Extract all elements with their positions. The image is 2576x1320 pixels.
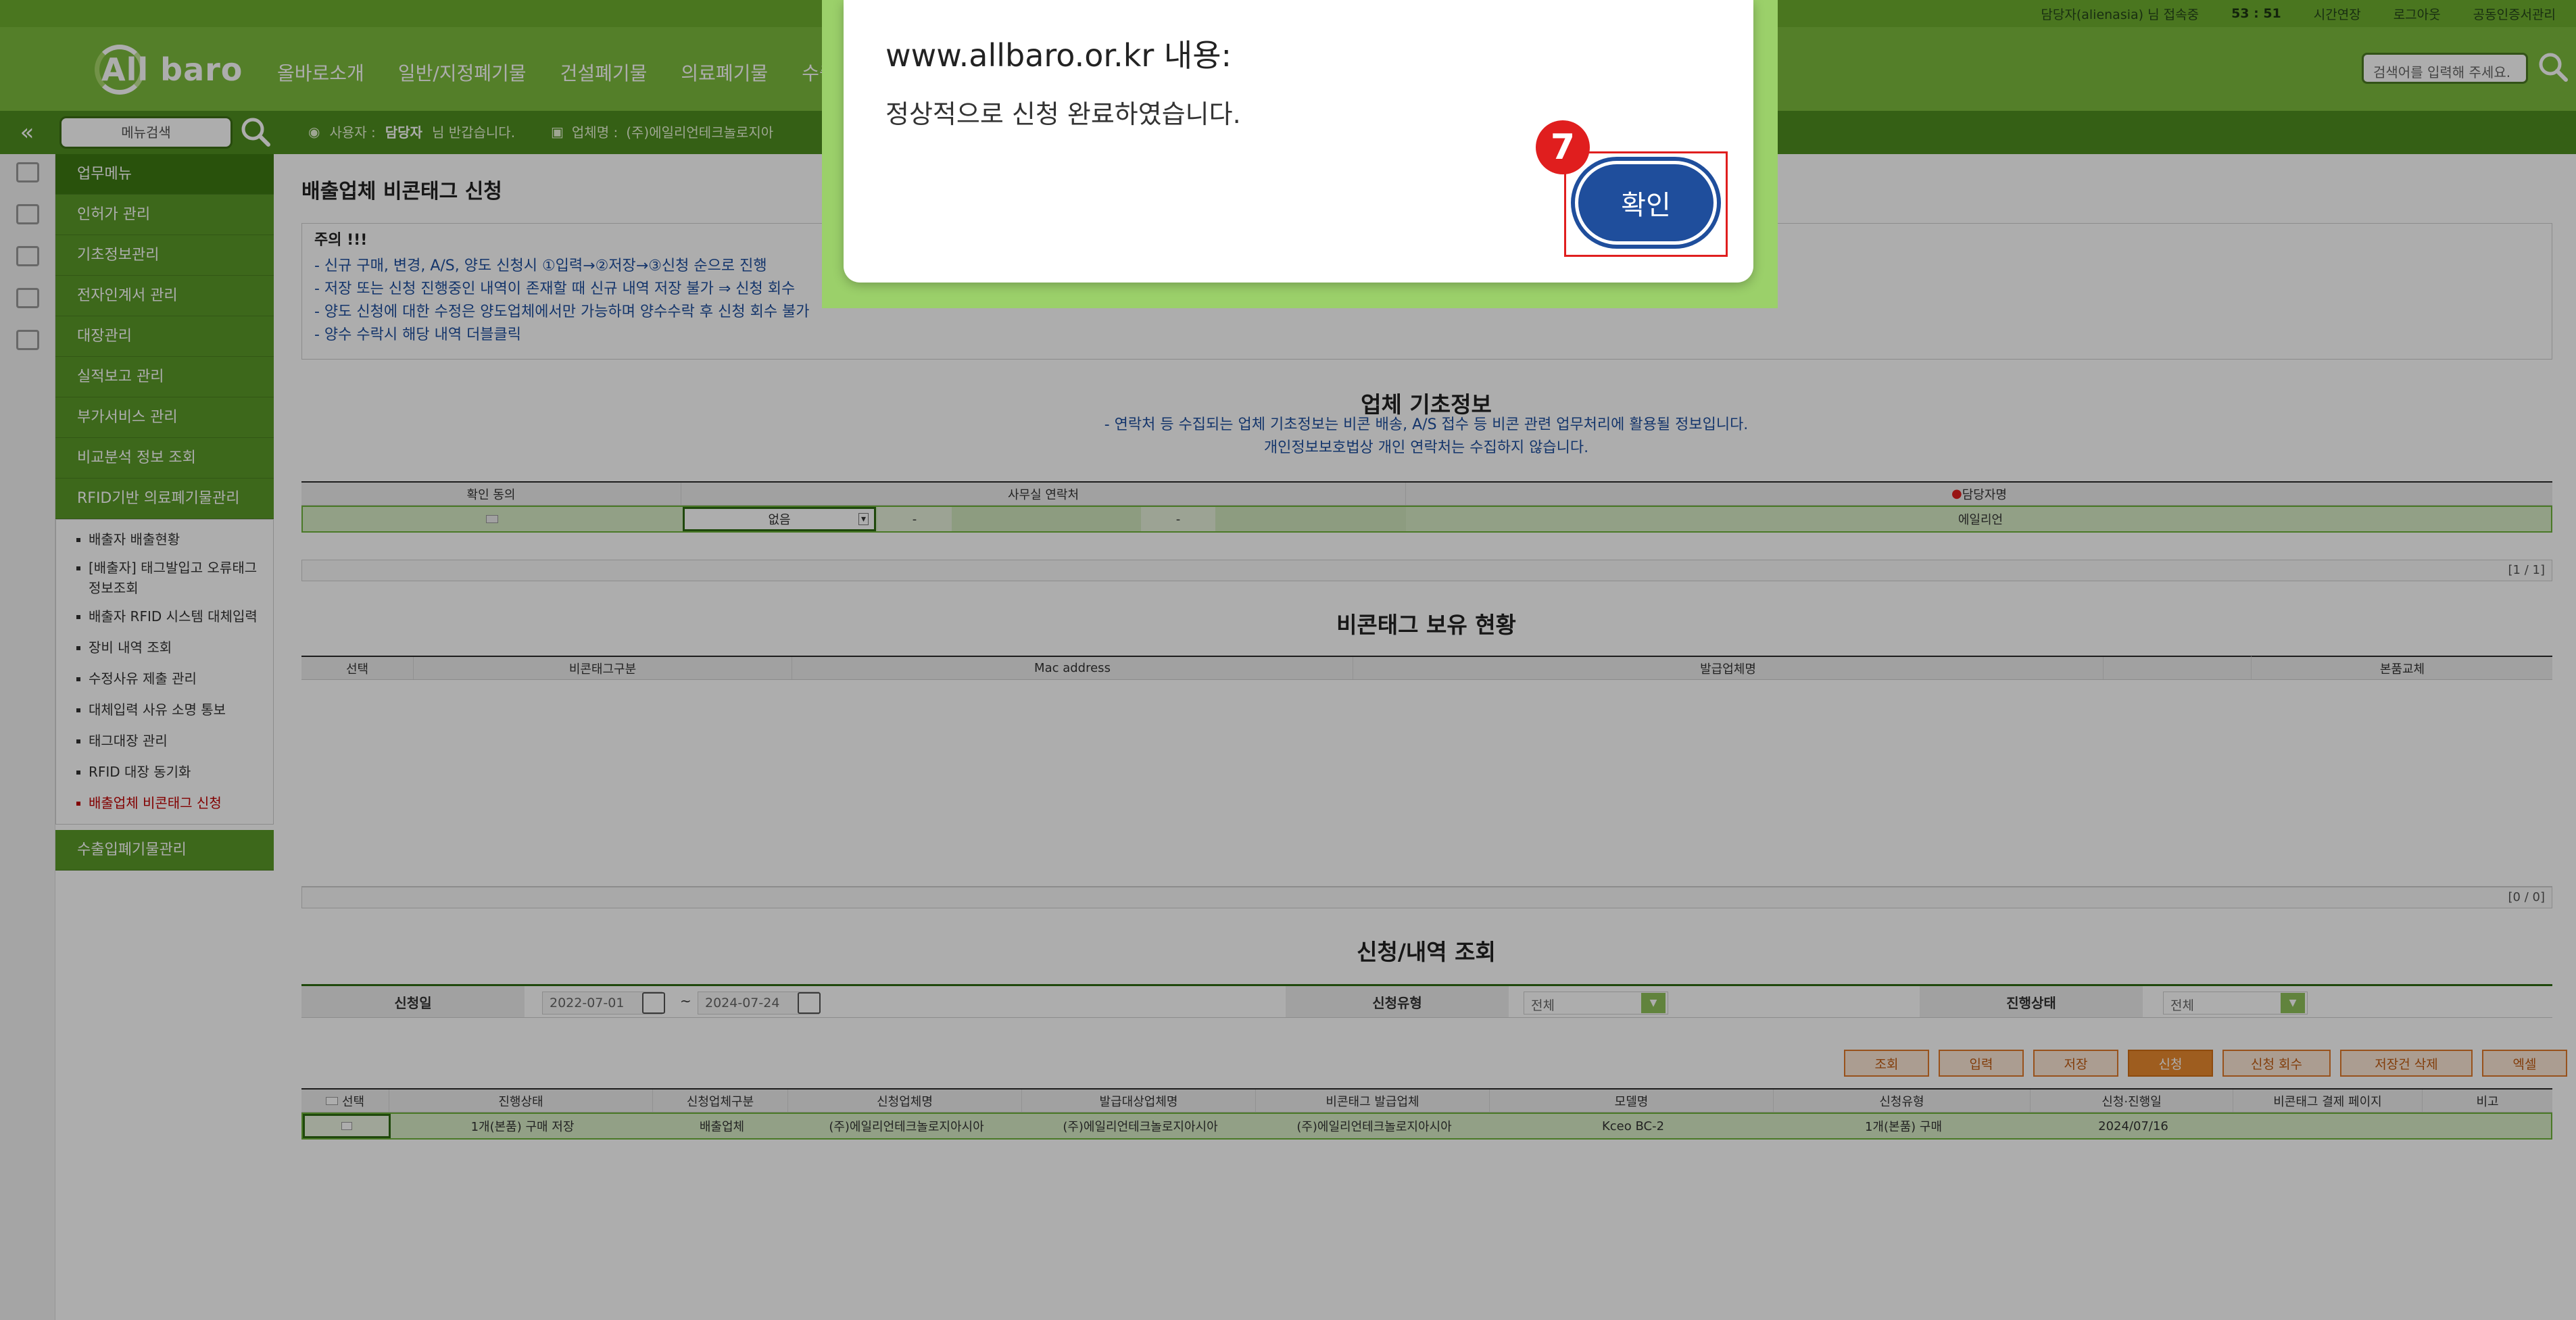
dialog-title: www.allbaro.or.kr 내용:	[885, 37, 1232, 74]
ok-button[interactable]: 확인	[1575, 161, 1717, 245]
step-badge: 7	[1536, 120, 1590, 174]
dialog-message: 정상적으로 신청 완료하였습니다.	[885, 99, 1241, 129]
